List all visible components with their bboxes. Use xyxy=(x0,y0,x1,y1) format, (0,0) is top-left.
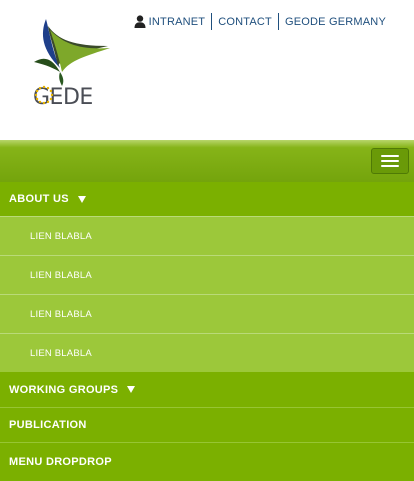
contact-link[interactable]: CONTACT xyxy=(211,13,278,30)
submenu-item-label: LIEN BLABLA xyxy=(30,269,92,281)
hamburger-menu-icon-bar xyxy=(381,160,399,162)
logo-wordmark: GE DE xyxy=(33,85,93,110)
intranet-label: INTRANET xyxy=(148,15,206,28)
submenu-item[interactable]: LIEN BLABLA xyxy=(0,216,414,255)
geode-germany-link[interactable]: GEODE GERMANY xyxy=(277,13,392,30)
contact-label: CONTACT xyxy=(218,15,272,28)
menu-item-about-us[interactable]: ABOUT US xyxy=(0,182,414,216)
hamburger-menu-button[interactable] xyxy=(371,148,409,174)
hamburger-menu-icon-bar xyxy=(381,155,399,157)
user-icon xyxy=(134,15,146,28)
submenu-item-label: LIEN BLABLA xyxy=(30,230,92,242)
submenu-item[interactable]: LIEN BLABLA xyxy=(0,255,414,294)
menu-item-label: PUBLICATION xyxy=(9,419,87,431)
geode-logo[interactable]: GE DE xyxy=(30,16,114,110)
menu-item-label: WORKING GROUPS xyxy=(9,383,119,396)
eu-stars-icon xyxy=(34,85,54,105)
intranet-link[interactable]: INTRANET xyxy=(134,13,212,30)
main-menu: ABOUT US LIEN BLABLA LIEN BLABLA LIEN BL… xyxy=(0,182,414,481)
logo-text-right: DE xyxy=(62,85,93,110)
geode-germany-label: GEODE GERMANY xyxy=(284,15,386,28)
chevron-down-icon xyxy=(127,386,136,393)
submenu-item-label: LIEN BLABLA xyxy=(30,308,92,320)
menu-item-label: MENU DROPDROP xyxy=(9,456,112,468)
menu-item-publication[interactable]: PUBLICATION xyxy=(0,407,414,442)
chevron-down-icon xyxy=(77,195,86,203)
menu-item-label: ABOUT US xyxy=(9,193,69,205)
nav-bar xyxy=(0,140,414,182)
submenu-item-label: LIEN BLABLA xyxy=(30,347,92,359)
geode-logo-icon xyxy=(34,19,110,86)
top-links: INTRANET CONTACT GEODE GERMANY xyxy=(134,13,392,30)
site-header: GE DE INTRANET CONTACT GEODE GERMANY xyxy=(0,0,414,140)
menu-item-working-groups[interactable]: WORKING GROUPS xyxy=(0,372,414,407)
menu-item-dropdrop[interactable]: MENU DROPDROP xyxy=(0,442,414,481)
hamburger-menu-icon-bar xyxy=(381,165,399,167)
submenu-item[interactable]: LIEN BLABLA xyxy=(0,294,414,333)
submenu-item[interactable]: LIEN BLABLA xyxy=(0,333,414,372)
